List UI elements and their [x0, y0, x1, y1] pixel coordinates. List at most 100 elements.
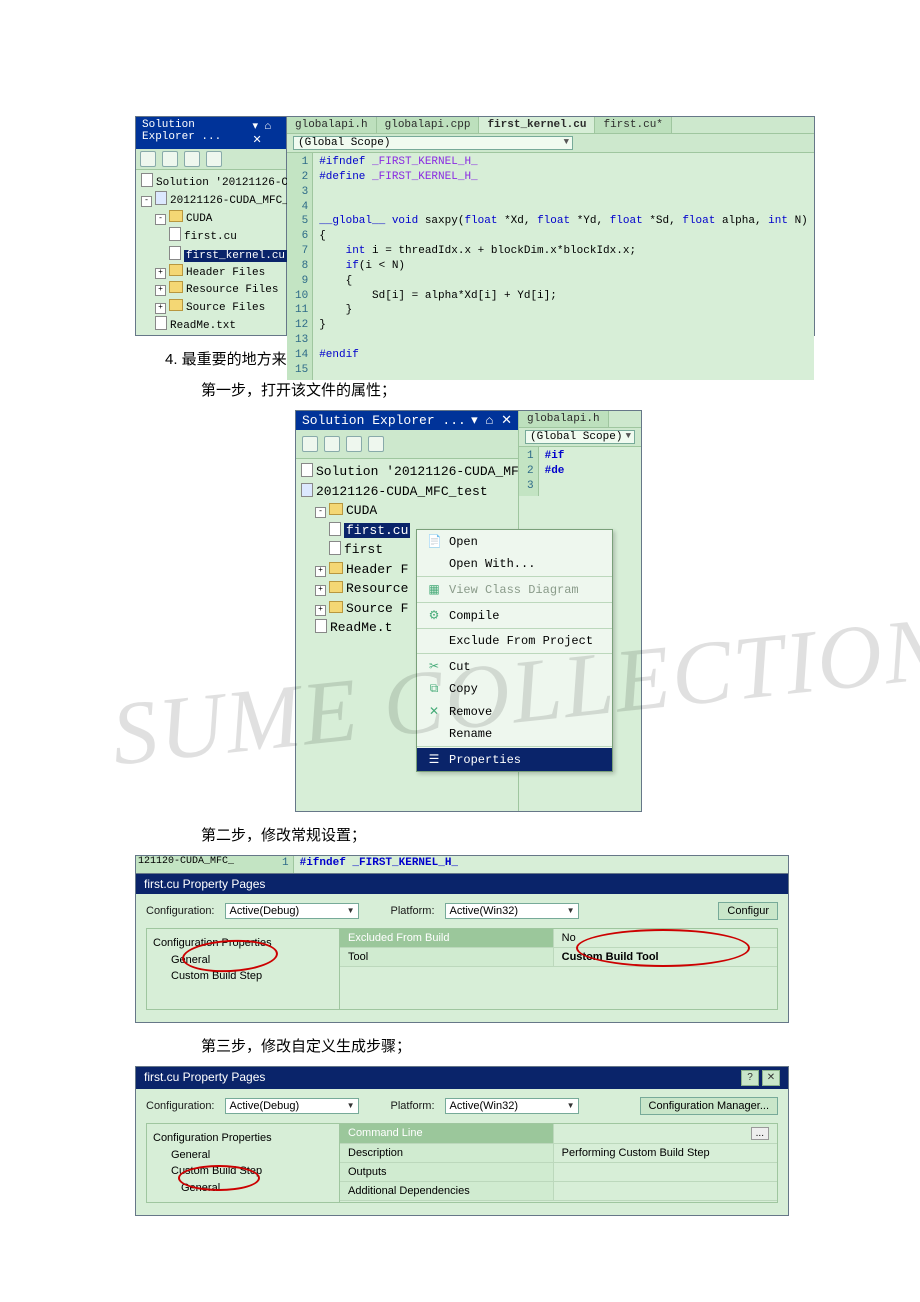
ctx-cut[interactable]: ✂Cut — [417, 655, 612, 678]
ctx-exclude[interactable]: Exclude From Project — [417, 630, 612, 652]
toolbar-icon[interactable] — [346, 436, 362, 452]
tab-first-kernel-cu[interactable]: first_kernel.cu — [479, 117, 595, 133]
tree-config-properties[interactable]: Configuration Properties — [153, 1130, 333, 1147]
grid-val-excluded[interactable]: No — [554, 929, 777, 947]
tab-globalapi-h[interactable]: globalapi.h — [287, 117, 377, 133]
grid-key-commandline: Command Line — [340, 1124, 554, 1143]
configuration-manager-button[interactable]: Configuration Manager... — [640, 1097, 778, 1115]
tree-config-properties[interactable]: Configuration Properties — [153, 935, 333, 952]
folder-header[interactable]: Header F — [346, 562, 408, 577]
tree-general[interactable]: General — [153, 952, 333, 969]
property-tree[interactable]: Configuration Properties General Custom … — [147, 1124, 340, 1202]
toolbar-icon[interactable] — [162, 151, 178, 167]
tab-globalapi-cpp[interactable]: globalapi.cpp — [377, 117, 480, 133]
ctx-rename[interactable]: Rename — [417, 723, 612, 745]
toolbar-icon[interactable] — [368, 436, 384, 452]
help-button[interactable]: ? — [741, 1070, 759, 1086]
grid-val-commandline[interactable]: ... — [554, 1124, 777, 1143]
configuration-label: Configuration: — [146, 905, 215, 917]
open-icon: 📄 — [427, 534, 441, 549]
close-button[interactable]: ✕ — [762, 1070, 780, 1086]
titlebar-buttons[interactable]: ▾ ⌂ ✕ — [252, 119, 280, 147]
platform-dropdown[interactable]: Active(Win32) — [445, 903, 579, 919]
ctx-open[interactable]: 📄Open — [417, 530, 612, 553]
property-tree[interactable]: Configuration Properties General Custom … — [147, 929, 340, 1009]
project-node[interactable]: 20121126-CUDA_MFC_t — [170, 195, 295, 207]
toolbar-icon[interactable] — [324, 436, 340, 452]
grid-val-additional-deps[interactable] — [554, 1182, 777, 1200]
ctx-view-class-diagram[interactable]: ▦View Class Diagram — [417, 578, 612, 601]
scope-dropdown[interactable]: (Global Scope) — [525, 430, 635, 444]
step-4a-text: 第一步，打开该文件的属性； — [201, 377, 785, 404]
grid-val-tool[interactable]: Custom Build Tool — [554, 948, 777, 966]
file-first-kernel-cu[interactable]: first_kernel.cu — [184, 250, 287, 262]
configuration-dropdown[interactable]: Active(Debug) — [225, 1098, 359, 1114]
file-readme[interactable]: ReadMe.txt — [170, 320, 236, 332]
ctx-compile[interactable]: ⚙Compile — [417, 604, 612, 627]
code-editor[interactable]: 123456789101112131415 #ifndef _FIRST_KER… — [287, 153, 814, 380]
toolbar-icon[interactable] — [206, 151, 222, 167]
properties-icon: ☰ — [427, 752, 441, 767]
code-content[interactable]: #ifndef _FIRST_KERNEL_H_ #define _FIRST_… — [313, 153, 814, 380]
explorer-title: Solution Explorer ... — [302, 413, 466, 428]
scope-dropdown[interactable]: (Global Scope) — [293, 136, 573, 150]
platform-label: Platform: — [391, 905, 435, 917]
line-gutter: 123456789101112131415 — [287, 153, 313, 380]
grid-key-additional-deps: Additional Dependencies — [340, 1182, 554, 1200]
solution-tree[interactable]: Solution '20121126-CUDA_MF -20121126-CUD… — [136, 170, 286, 345]
tab-globalapi-h[interactable]: globalapi.h — [519, 411, 609, 427]
tab-first-cu-modified[interactable]: first.cu* — [595, 117, 671, 133]
explorer-toolbar — [136, 149, 286, 170]
toolbar-icon[interactable] — [184, 151, 200, 167]
cut-icon: ✂ — [427, 659, 441, 674]
folder-cuda[interactable]: CUDA — [346, 503, 377, 518]
file-first-cu[interactable]: first.cu — [344, 523, 410, 538]
titlebar-buttons[interactable]: ▾ ⌂ ✕ — [471, 413, 512, 428]
property-grid[interactable]: Command Line ... Description Performing … — [340, 1124, 777, 1202]
browse-button[interactable]: ... — [751, 1127, 769, 1140]
tree-custom-build-step[interactable]: Custom Build Step — [153, 1163, 333, 1180]
context-menu[interactable]: 📄Open Open With... ▦View Class Diagram ⚙… — [416, 529, 613, 772]
folder-source[interactable]: Source Files — [186, 302, 265, 314]
configuration-label: Configuration: — [146, 1100, 215, 1112]
file-first-truncated[interactable]: first — [344, 542, 383, 557]
solution-node[interactable]: Solution '20121126-CUDA_MFC_ — [316, 464, 534, 479]
tree-custom-build-step[interactable]: Custom Build Step — [153, 968, 333, 985]
truncated-project: 121120-CUDA_MFC_ — [136, 856, 278, 873]
folder-resource[interactable]: Resource Files — [186, 284, 278, 296]
ctx-remove[interactable]: ✕Remove — [417, 700, 612, 723]
editor-tabs[interactable]: globalapi.h globalapi.cpp first_kernel.c… — [287, 117, 814, 134]
grid-val-outputs[interactable] — [554, 1163, 777, 1181]
explorer-title-text: Solution Explorer ... — [142, 119, 252, 147]
configuration-dropdown[interactable]: Active(Debug) — [225, 903, 359, 919]
grid-val-description[interactable]: Performing Custom Build Step — [554, 1144, 777, 1162]
property-pages-title: first.cu Property Pages — [136, 874, 788, 894]
step-4b-text: 第二步，修改常规设置； — [201, 822, 785, 849]
file-first-cu[interactable]: first.cu — [184, 231, 237, 243]
folder-resource[interactable]: Resource — [346, 581, 408, 596]
tree-general[interactable]: General — [153, 1147, 333, 1164]
grid-key-description: Description — [340, 1144, 554, 1162]
property-pages-title: first.cu Property Pages ? ✕ — [136, 1067, 788, 1089]
ctx-copy[interactable]: ⧉Copy — [417, 678, 612, 700]
compile-icon: ⚙ — [427, 608, 441, 623]
diagram-icon: ▦ — [427, 582, 441, 597]
ctx-open-with[interactable]: Open With... — [417, 553, 612, 575]
folder-header[interactable]: Header Files — [186, 267, 265, 279]
configuration-manager-button[interactable]: Configur — [718, 902, 778, 920]
file-readme[interactable]: ReadMe.t — [330, 620, 392, 635]
copy-icon: ⧉ — [427, 682, 441, 696]
grid-key-excluded: Excluded From Build — [340, 929, 554, 947]
folder-cuda[interactable]: CUDA — [186, 213, 212, 225]
tree-custom-general[interactable]: General — [153, 1180, 333, 1197]
grid-key-outputs: Outputs — [340, 1163, 554, 1181]
project-node[interactable]: 20121126-CUDA_MFC_test — [316, 484, 488, 499]
remove-icon: ✕ — [427, 704, 441, 719]
property-grid[interactable]: Excluded From Build No Tool Custom Build… — [340, 929, 777, 1009]
platform-dropdown[interactable]: Active(Win32) — [445, 1098, 579, 1114]
toolbar-icon[interactable] — [140, 151, 156, 167]
ctx-properties[interactable]: ☰Properties — [417, 748, 612, 771]
folder-source[interactable]: Source F — [346, 601, 408, 616]
step-4c-text: 第三步，修改自定义生成步骤； — [201, 1033, 785, 1060]
toolbar-icon[interactable] — [302, 436, 318, 452]
